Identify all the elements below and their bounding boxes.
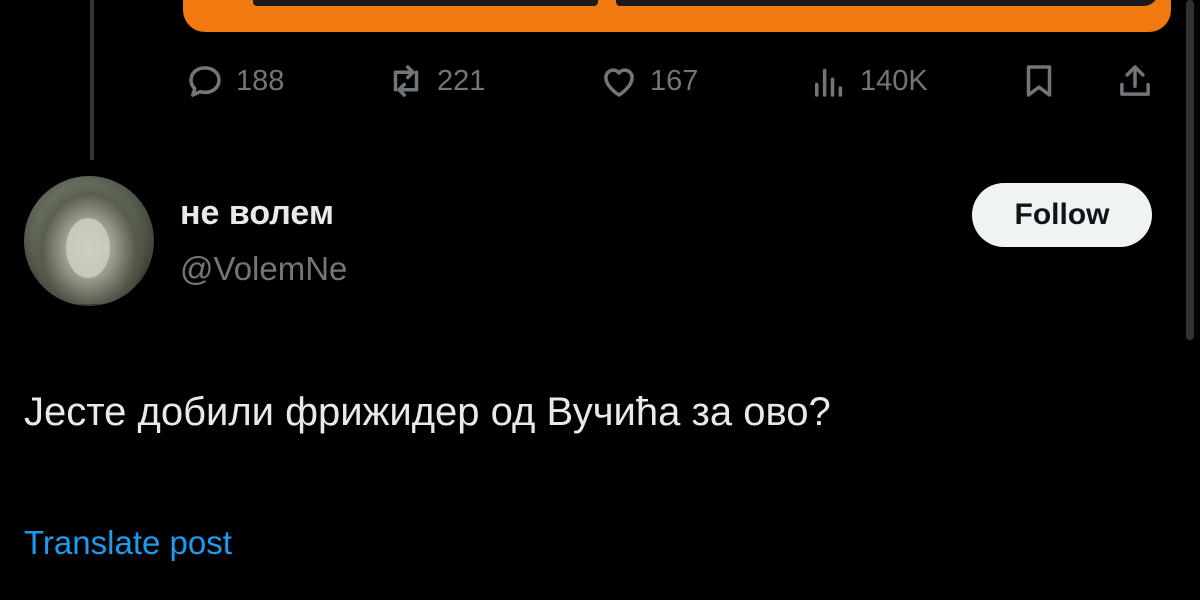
reply-count: 188 — [236, 64, 285, 97]
repost-count: 221 — [437, 64, 486, 97]
embedded-media-card[interactable] — [183, 0, 1171, 32]
views-count: 140K — [860, 64, 928, 97]
like-button[interactable]: 167 — [598, 56, 698, 106]
follow-button[interactable]: Follow — [972, 183, 1152, 247]
translate-post-link[interactable]: Translate post — [24, 524, 232, 562]
reply-button[interactable]: 188 — [184, 56, 284, 106]
share-button[interactable] — [1114, 56, 1156, 106]
views-button[interactable]: 140K — [808, 56, 928, 106]
scrollbar[interactable] — [1186, 0, 1194, 340]
heart-icon — [604, 68, 634, 97]
like-count: 167 — [650, 64, 699, 97]
repost-button[interactable]: 221 — [385, 56, 485, 106]
post-text: Јесте добили фрижидер од Вучића за ово? — [24, 390, 831, 434]
display-name[interactable]: не волем — [180, 194, 334, 233]
repost-icon — [393, 65, 419, 97]
avatar[interactable] — [24, 176, 154, 306]
user-handle[interactable]: @VolemNe — [180, 250, 347, 288]
bookmark-icon — [1026, 65, 1052, 97]
avatar-face — [66, 218, 110, 278]
thread-connector-line — [90, 0, 94, 160]
media-card-panel-left — [253, 0, 598, 6]
reply-icon — [189, 66, 221, 97]
views-icon — [815, 68, 843, 97]
post-action-bar: 188 221 167 140K — [180, 56, 1170, 106]
media-card-panel-right — [616, 0, 1158, 6]
share-icon — [1120, 65, 1150, 96]
bookmark-button[interactable] — [1018, 56, 1060, 106]
